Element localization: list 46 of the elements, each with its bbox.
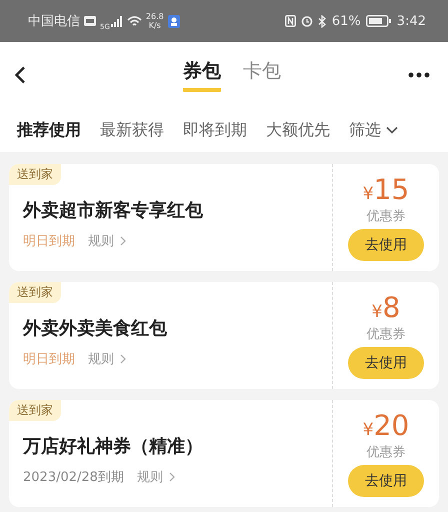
coupon-title: 外卖外卖美食红包 <box>23 317 168 340</box>
tab[interactable]: 卡包 <box>243 58 281 92</box>
nfc-icon <box>284 15 296 27</box>
coupon-title: 万店好礼神券（精准） <box>23 435 204 458</box>
currency-symbol: ¥ <box>362 420 374 440</box>
coupon-title: 外卖超市新客专享红包 <box>23 199 204 222</box>
bluetooth-icon <box>318 14 327 28</box>
coupon-amount: 15 <box>374 174 410 206</box>
sort-tab[interactable]: 最新获得 <box>100 120 164 140</box>
coupon-type: 优惠券 <box>366 208 406 225</box>
signal-icon <box>110 16 123 26</box>
carrier-name: 中国电信 <box>28 13 80 30</box>
chevron-right-icon <box>120 236 126 246</box>
coupon-amount: 8 <box>382 292 400 324</box>
wifi-icon <box>126 16 142 26</box>
battery-icon <box>366 15 392 27</box>
currency-symbol: ¥ <box>362 184 374 204</box>
back-icon[interactable] <box>14 66 26 84</box>
coupon-type: 优惠券 <box>366 326 406 343</box>
expiry-text: 明日到期 <box>23 351 75 368</box>
use-button[interactable]: 去使用 <box>348 229 424 261</box>
speed-value: 26.8 <box>146 12 164 21</box>
chevron-down-icon <box>386 126 398 134</box>
expiry-text: 明日到期 <box>23 233 75 250</box>
alarm-icon <box>300 15 313 27</box>
battery-percent: 61% <box>332 14 361 28</box>
sort-tab[interactable]: 即将到期 <box>183 120 247 140</box>
coupon-amount: 20 <box>374 410 410 442</box>
tab[interactable]: 券包 <box>183 58 221 92</box>
use-button[interactable]: 去使用 <box>348 465 424 497</box>
sort-tab[interactable]: 大额优先 <box>266 120 330 140</box>
use-button[interactable]: 去使用 <box>348 347 424 379</box>
app-icon <box>168 14 180 28</box>
sort-tab[interactable]: 推荐使用 <box>17 120 81 140</box>
chevron-right-icon <box>120 354 126 364</box>
expiry-text: 2023/02/28到期 <box>23 469 124 486</box>
coupon-tag: 送到家 <box>9 164 61 185</box>
coupon-type: 优惠券 <box>366 444 406 461</box>
more-icon[interactable] <box>408 72 430 78</box>
clock: 3:42 <box>396 14 426 28</box>
coupon-tag: 送到家 <box>9 282 61 303</box>
currency-symbol: ¥ <box>372 302 382 322</box>
filter-dropdown[interactable]: 筛选 <box>349 120 398 140</box>
speed-unit: K/s <box>148 21 161 30</box>
coupon-tag: 送到家 <box>9 400 61 421</box>
chevron-right-icon <box>168 472 175 482</box>
